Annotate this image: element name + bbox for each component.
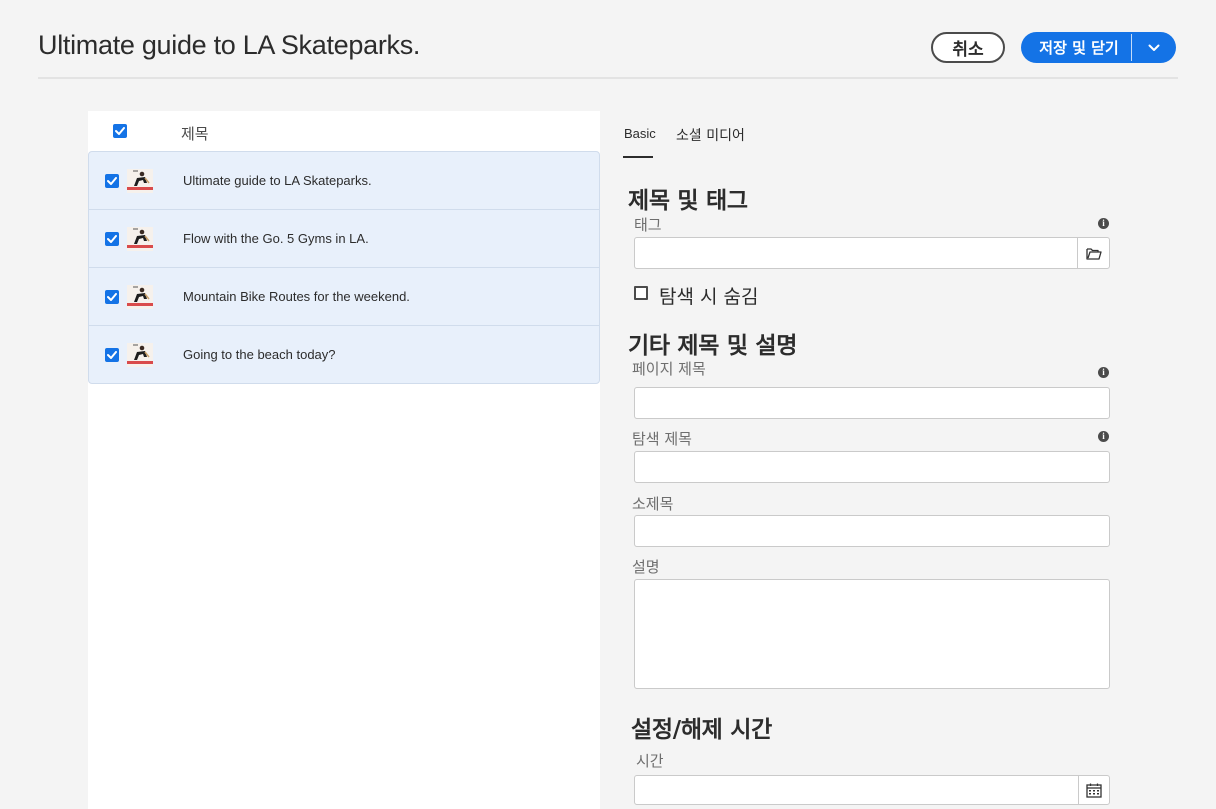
skater-thumbnail-icon: [127, 343, 153, 367]
save-options-dropdown[interactable]: [1132, 32, 1176, 63]
cancel-button[interactable]: 취소: [931, 32, 1005, 63]
skater-thumbnail-icon: [127, 169, 153, 193]
info-icon[interactable]: i: [1098, 431, 1109, 442]
description-label: 설명: [632, 558, 660, 576]
page-list: Ultimate guide to LA Skateparks. Flow wi…: [88, 151, 600, 384]
checkmark-icon: [115, 127, 125, 135]
calendar-icon: [1086, 783, 1102, 798]
skater-thumbnail-icon: [127, 285, 153, 309]
info-icon[interactable]: i: [1098, 367, 1109, 378]
time-input[interactable]: [634, 775, 1080, 805]
list-item[interactable]: Going to the beach today?: [89, 326, 599, 384]
checkmark-icon: [107, 177, 117, 185]
page-title-label: 페이지 제목: [632, 360, 706, 378]
skater-thumbnail-icon: [127, 227, 153, 251]
section-heading-other-titles: 기타 제목 및 설명: [628, 333, 798, 359]
chevron-down-icon: [1148, 44, 1160, 51]
list-item-title: Mountain Bike Routes for the weekend.: [183, 289, 410, 304]
description-textarea[interactable]: [634, 579, 1110, 689]
time-label: 시간: [636, 752, 664, 770]
nav-title-label: 탐색 제목: [632, 430, 692, 448]
row-checkbox[interactable]: [105, 348, 119, 362]
list-item-title: Ultimate guide to LA Skateparks.: [183, 173, 372, 188]
page-list-panel: 제목 Ultimate guide to LA Skateparks. Flow…: [88, 111, 600, 809]
button-divider: [1131, 34, 1132, 61]
checkmark-icon: [107, 235, 117, 243]
page: Ultimate guide to LA Skateparks. 취소 저장 및…: [0, 0, 1216, 809]
list-item-title: Going to the beach today?: [183, 347, 336, 362]
list-item-title: Flow with the Go. 5 Gyms in LA.: [183, 231, 369, 246]
column-header-title: 제목: [181, 125, 209, 143]
nav-title-input[interactable]: [634, 451, 1110, 483]
row-checkbox[interactable]: [105, 232, 119, 246]
select-all-checkbox[interactable]: [113, 124, 127, 138]
section-heading-on-off-time: 설정/해제 시간: [631, 717, 772, 743]
page-title-input[interactable]: [634, 387, 1110, 419]
subtitle-label: 소제목: [632, 495, 674, 513]
checkmark-icon: [107, 351, 117, 359]
page-title: Ultimate guide to LA Skateparks.: [38, 30, 421, 60]
hide-in-nav-checkbox[interactable]: [634, 286, 648, 300]
tags-browse-button[interactable]: [1077, 237, 1110, 269]
section-heading-title-tags: 제목 및 태그: [628, 188, 748, 214]
list-header: 제목: [88, 111, 600, 151]
row-checkbox[interactable]: [105, 174, 119, 188]
tab-basic[interactable]: Basic: [624, 126, 656, 141]
checkmark-icon: [107, 293, 117, 301]
active-tab-indicator: [623, 156, 653, 158]
row-checkbox[interactable]: [105, 290, 119, 304]
folder-icon: [1085, 247, 1102, 260]
tags-input[interactable]: [634, 237, 1079, 269]
calendar-button[interactable]: [1078, 775, 1110, 805]
list-item[interactable]: Ultimate guide to LA Skateparks.: [89, 152, 599, 210]
subtitle-input[interactable]: [634, 515, 1110, 547]
header-divider: [38, 77, 1178, 79]
save-close-button[interactable]: 저장 및 닫기: [1021, 32, 1131, 63]
tags-label: 태그: [634, 216, 662, 234]
save-close-button-group: 저장 및 닫기: [1021, 32, 1176, 63]
hide-in-nav-label: 탐색 시 숨김: [659, 286, 759, 308]
info-icon[interactable]: i: [1098, 218, 1109, 229]
list-item[interactable]: Flow with the Go. 5 Gyms in LA.: [89, 210, 599, 268]
list-item[interactable]: Mountain Bike Routes for the weekend.: [89, 268, 599, 326]
tab-social-media[interactable]: 소셜 미디어: [676, 125, 745, 145]
